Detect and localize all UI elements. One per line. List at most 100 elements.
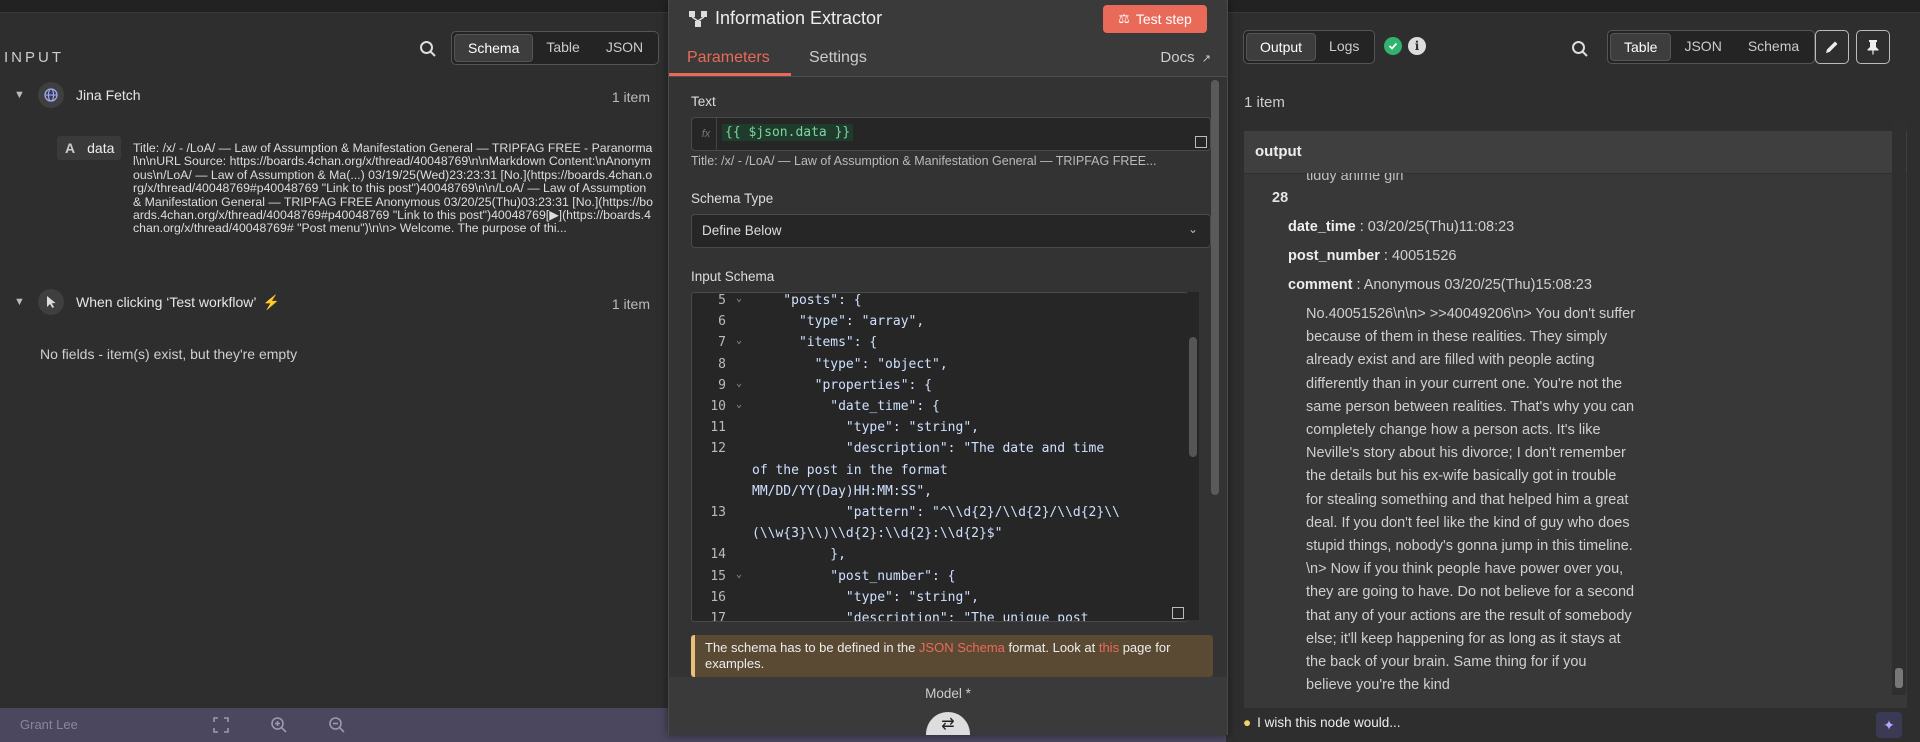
- drag-handle-icon[interactable]: ⇄: [926, 712, 970, 735]
- fold-chevron-icon[interactable]: ⌄: [736, 569, 752, 590]
- code-text: "pattern": "^\\d{2}/\\d{2}/\\d{2}\\: [752, 505, 1120, 520]
- code-line: 15 ⌄ "post_number": {: [692, 569, 955, 590]
- field-name: data: [87, 140, 115, 156]
- schema-type-select[interactable]: Define Below ⌄: [691, 214, 1211, 248]
- field-comment: comment : Anonymous 03/20/25(Thu)15:08:2…: [1288, 277, 1592, 293]
- field-date-time: date_time : 03/20/25(Thu)11:08:23: [1288, 219, 1515, 235]
- code-text: of the post in the format: [752, 462, 948, 478]
- node-tabs: Parameters Settings Docs ↗: [669, 44, 1227, 77]
- fold-gutter: [736, 420, 752, 441]
- code-line: 9 ⌄ "properties": {: [692, 378, 932, 399]
- tab-schema[interactable]: Schema: [454, 34, 534, 62]
- node-type-icon: [687, 8, 709, 30]
- code-line: MM/DD/YY(Day)HH:MM:SS",: [692, 484, 932, 505]
- pin-icon[interactable]: [1856, 30, 1890, 64]
- model-connector-label: Model *: [925, 686, 971, 701]
- text-expression-input[interactable]: fx {{ $json.data }}: [691, 117, 1211, 151]
- tab-table[interactable]: Table: [1610, 33, 1672, 61]
- line-number: 7: [718, 335, 726, 351]
- schema-hint: The schema has to be defined in the JSON…: [691, 635, 1213, 677]
- node-header: Information Extractor ⚖ Test step: [669, 0, 1227, 38]
- string-type-icon: A: [65, 140, 76, 156]
- fold-gutter: [736, 441, 752, 462]
- empty-fields-message: No fields - item(s) exist, but they're e…: [40, 346, 298, 362]
- json-schema-link[interactable]: JSON Schema: [919, 640, 1005, 655]
- tab-table[interactable]: Table: [533, 34, 592, 62]
- tab-logs[interactable]: Logs: [1316, 33, 1372, 61]
- editor-scrollbar[interactable]: [1187, 292, 1199, 620]
- node-name: Jina Fetch: [76, 87, 141, 103]
- search-icon[interactable]: [416, 37, 440, 61]
- docs-link[interactable]: Docs ↗: [1160, 49, 1211, 66]
- fold-gutter: [736, 484, 752, 505]
- field-chip: A data: [57, 136, 121, 160]
- expression-value: {{ $json.data }}: [722, 124, 854, 141]
- output-cell: tiddy anime girl 28 date_time : 03/20/25…: [1244, 173, 1889, 708]
- fit-view-icon[interactable]: [210, 714, 232, 736]
- line-number: 11: [710, 420, 726, 436]
- fold-chevron-icon[interactable]: ⌄: [736, 335, 752, 356]
- zoom-in-icon[interactable]: [268, 714, 290, 736]
- expand-icon[interactable]: [1195, 136, 1207, 148]
- code-line: 13 "pattern": "^\\d{2}/\\d{2}/\\d{2}\\: [692, 505, 1120, 526]
- code-text: MM/DD/YY(Day)HH:MM:SS",: [752, 483, 933, 499]
- code-line: 6 "type": "array",: [692, 314, 924, 335]
- fold-gutter: [736, 526, 752, 547]
- code-line: 17 "description": "The unique post: [692, 611, 1089, 622]
- chevron-down-icon[interactable]: ▼: [14, 296, 28, 308]
- fold-chevron-icon[interactable]: ⌄: [736, 293, 752, 314]
- field-value: Title: /x/ - /LoA/ — Law of Assumption &…: [133, 141, 653, 236]
- expand-icon[interactable]: [1172, 607, 1184, 619]
- chevron-down-icon: ⌄: [1187, 222, 1198, 236]
- tab-settings[interactable]: Settings: [809, 49, 867, 67]
- tab-parameters[interactable]: Parameters: [687, 49, 770, 67]
- line-number: 10: [710, 399, 726, 414]
- fold-chevron-icon[interactable]: ⌄: [736, 399, 752, 420]
- output-scrollbar[interactable]: [1892, 118, 1906, 695]
- tab-schema[interactable]: Schema: [1735, 33, 1812, 61]
- input-title: INPUT: [4, 49, 64, 66]
- output-item-count: 1 item: [1244, 94, 1285, 111]
- lightning-icon: ⚡: [262, 293, 280, 310]
- field-post-number: post_number : 40051526: [1288, 248, 1457, 264]
- tab-output[interactable]: Output: [1246, 33, 1317, 61]
- tab-json[interactable]: JSON: [593, 34, 656, 62]
- node-row-manual-trigger[interactable]: ▼ When clicking ‘Test workflow’ ⚡: [14, 289, 280, 315]
- line-number: 9: [718, 377, 726, 393]
- zoom-out-icon[interactable]: [326, 714, 348, 736]
- edit-pencil-icon[interactable]: [1815, 30, 1849, 64]
- info-icon[interactable]: i: [1408, 37, 1426, 55]
- line-number: 5: [718, 293, 726, 308]
- globe-icon: [38, 82, 64, 108]
- comment-body: No.40051526\n\n> >>40049206\n> You don't…: [1306, 306, 1636, 694]
- tab-json[interactable]: JSON: [1671, 33, 1734, 61]
- node-row-jina-fetch[interactable]: ▼ Jina Fetch: [14, 82, 141, 108]
- examples-link[interactable]: this: [1099, 640, 1119, 655]
- text-label: Text: [691, 94, 716, 109]
- code-text: "type": "string",: [752, 420, 979, 436]
- code-line: 12 "description": "The date and time: [692, 441, 1104, 462]
- json-schema-editor[interactable]: 5 ⌄ "posts": {6 "type": "array", 7 ⌄ "items…: [691, 292, 1188, 622]
- node-title[interactable]: Information Extractor: [715, 8, 882, 29]
- flask-icon: ⚖: [1118, 11, 1130, 26]
- node-details-panel: Information Extractor ⚖ Test step Paramet…: [668, 0, 1228, 735]
- code-text: "date_time": {: [752, 399, 940, 414]
- fold-gutter: [736, 611, 752, 621]
- fold-gutter: [736, 463, 752, 484]
- search-icon[interactable]: [1568, 37, 1592, 61]
- cursor-icon: [38, 289, 64, 315]
- input-view-toggle: Schema Table JSON: [451, 31, 660, 65]
- external-link-icon: ↗: [1201, 53, 1211, 65]
- code-text: (\\w{3}\\)\\d{2}:\\d{2}:\\d{2}$": [752, 526, 1003, 542]
- chevron-down-icon[interactable]: ▼: [14, 89, 28, 101]
- feedback-prompt[interactable]: ● I wish this node would...: [1243, 715, 1400, 730]
- ai-sparkle-icon[interactable]: ✦: [1876, 712, 1902, 738]
- success-check-icon: [1384, 37, 1402, 55]
- code-text: "description": "The unique post: [752, 611, 1089, 622]
- fx-icon: fx: [696, 118, 717, 150]
- line-number: 17: [710, 611, 726, 622]
- fold-chevron-icon[interactable]: ⌄: [736, 378, 752, 399]
- panel-scrollbar[interactable]: [1211, 80, 1219, 495]
- code-text: },: [752, 547, 846, 563]
- test-step-button[interactable]: ⚖ Test step: [1103, 5, 1207, 33]
